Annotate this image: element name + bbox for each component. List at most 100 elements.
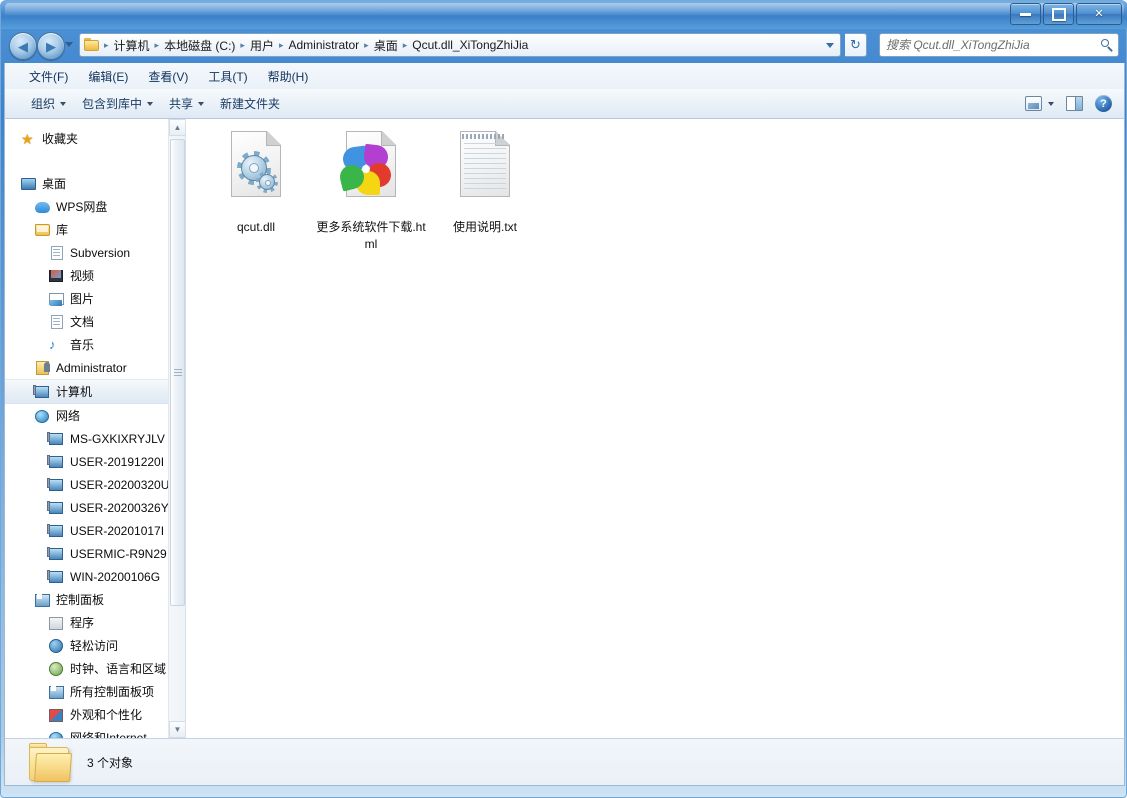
sidebar-item-ease-of-access[interactable]: 轻松访问 bbox=[5, 634, 168, 657]
include-in-library-button[interactable]: 包含到库中 bbox=[74, 91, 161, 116]
dll-gears-icon bbox=[223, 131, 289, 213]
breadcrumb-item-localdisk[interactable]: 本地磁盘 (C:) bbox=[161, 37, 238, 54]
sidebar-item-user-20191220[interactable]: USER-20191220I bbox=[5, 450, 168, 473]
menu-help[interactable]: 帮助(H) bbox=[258, 65, 319, 88]
breadcrumb-item-computer[interactable]: 计算机 bbox=[111, 37, 153, 54]
sidebar-item-music[interactable]: ♪ 音乐 bbox=[5, 333, 168, 356]
sidebar-scrollbar[interactable]: ▲ ▼ bbox=[168, 119, 186, 738]
forward-arrow-icon: ▶ bbox=[46, 38, 56, 54]
maximize-button[interactable] bbox=[1043, 3, 1074, 25]
forward-button[interactable]: ▶ bbox=[37, 32, 65, 60]
sidebar-item-usermic-r9n29[interactable]: USERMIC-R9N29 bbox=[5, 542, 168, 565]
sidebar-item-library[interactable]: 库 bbox=[5, 218, 168, 241]
sidebar-item-desktop[interactable]: 桌面 bbox=[5, 172, 168, 195]
sidebar-item-label: 计算机 bbox=[56, 385, 93, 399]
sidebar-item-computer[interactable]: 计算机 bbox=[5, 379, 168, 404]
computer-icon bbox=[49, 454, 65, 470]
sidebar-item-favorites[interactable]: ★ 收藏夹 bbox=[5, 127, 168, 150]
sidebar-item-network-internet[interactable]: 网络和Internet bbox=[5, 726, 168, 738]
organize-label: 组织 bbox=[31, 97, 56, 111]
sidebar-item-programs[interactable]: 程序 bbox=[5, 611, 168, 634]
sidebar-item-subversion[interactable]: Subversion bbox=[5, 241, 168, 264]
menu-bar: 文件(F) 编辑(E) 查看(V) 工具(T) 帮助(H) bbox=[4, 63, 1125, 89]
status-bar: 3 个对象 bbox=[4, 738, 1125, 786]
preview-pane-icon[interactable] bbox=[1066, 96, 1083, 111]
minimize-icon bbox=[1020, 12, 1031, 16]
sidebar-item-label: 文档 bbox=[70, 315, 95, 329]
desktop-icon bbox=[21, 176, 37, 192]
folder-icon bbox=[84, 38, 100, 52]
computer-icon bbox=[49, 431, 65, 447]
scroll-down-button[interactable]: ▼ bbox=[169, 721, 186, 738]
sidebar-item-clock-language-region[interactable]: 时钟、语言和区域 bbox=[5, 657, 168, 680]
breadcrumb-separator: ▸ bbox=[364, 39, 369, 50]
computer-icon bbox=[49, 569, 65, 585]
menu-view[interactable]: 查看(V) bbox=[138, 65, 198, 88]
folder-icon bbox=[29, 743, 73, 783]
sidebar-item-user-20201017[interactable]: USER-20201017I bbox=[5, 519, 168, 542]
sidebar-item-control-panel[interactable]: 控制面板 bbox=[5, 588, 168, 611]
file-item[interactable]: 更多系统软件下载.html bbox=[316, 131, 426, 253]
refresh-button[interactable]: ↻ bbox=[845, 33, 867, 57]
address-dropdown-icon[interactable] bbox=[826, 42, 834, 48]
sidebar-item-documents[interactable]: 文档 bbox=[5, 310, 168, 333]
breadcrumb-separator: ▸ bbox=[104, 39, 109, 50]
close-button[interactable]: ✕ bbox=[1076, 3, 1122, 25]
network-internet-icon bbox=[49, 730, 65, 738]
view-mode-button[interactable] bbox=[1025, 96, 1054, 111]
back-button[interactable]: ◀ bbox=[9, 32, 37, 60]
computer-icon bbox=[35, 384, 51, 400]
maximize-icon bbox=[1051, 7, 1066, 21]
address-bar[interactable]: ▸ 计算机 ▸ 本地磁盘 (C:) ▸ 用户 ▸ Administrator ▸… bbox=[79, 33, 841, 57]
sidebar-item-label: 音乐 bbox=[70, 338, 95, 352]
scroll-up-button[interactable]: ▲ bbox=[169, 119, 186, 136]
new-folder-button[interactable]: 新建文件夹 bbox=[212, 91, 288, 116]
sidebar-item-win-20200106[interactable]: WIN-20200106G bbox=[5, 565, 168, 588]
sidebar-item-wps-cloud[interactable]: WPS网盘 bbox=[5, 195, 168, 218]
command-toolbar: 组织 包含到库中 共享 新建文件夹 ? bbox=[4, 89, 1125, 119]
network-icon bbox=[35, 408, 51, 424]
library-icon bbox=[35, 222, 51, 238]
organize-button[interactable]: 组织 bbox=[23, 91, 74, 116]
sidebar-item-all-control-panel-items[interactable]: 所有控制面板项 bbox=[5, 680, 168, 703]
search-input[interactable] bbox=[884, 37, 1098, 53]
sidebar-item-ms-gxkixryjlv[interactable]: MS-GXKIXRYJLV bbox=[5, 427, 168, 450]
sidebar-item-network[interactable]: 网络 bbox=[5, 404, 168, 427]
sidebar-item-appearance-personalization[interactable]: 外观和个性化 bbox=[5, 703, 168, 726]
scrollbar-thumb[interactable] bbox=[170, 139, 185, 606]
sidebar-item-user-20200326[interactable]: USER-20200326Y bbox=[5, 496, 168, 519]
sidebar-item-videos[interactable]: 视频 bbox=[5, 264, 168, 287]
breadcrumb-item-users[interactable]: 用户 bbox=[247, 37, 277, 54]
text-file-icon bbox=[452, 131, 518, 213]
share-button[interactable]: 共享 bbox=[161, 91, 212, 116]
breadcrumb-item-administrator[interactable]: Administrator bbox=[285, 38, 362, 52]
help-icon[interactable]: ? bbox=[1095, 95, 1112, 112]
title-bar: ✕ bbox=[1, 1, 1127, 29]
minimize-button[interactable] bbox=[1010, 3, 1041, 25]
address-bar-row: ◀ ▶ ▸ 计算机 ▸ 本地磁盘 (C:) ▸ 用户 ▸ Administrat… bbox=[1, 29, 1127, 63]
titlebar-glass bbox=[5, 3, 1124, 15]
toolbar-right-group: ? bbox=[1025, 95, 1124, 112]
sidebar-item-pictures[interactable]: 图片 bbox=[5, 287, 168, 310]
menu-file[interactable]: 文件(F) bbox=[19, 65, 78, 88]
sidebar-item-user-20200320[interactable]: USER-20200320U bbox=[5, 473, 168, 496]
file-item[interactable]: qcut.dll bbox=[201, 131, 311, 236]
explorer-body: ★ 收藏夹 桌面 WPS网盘 库 Subversion 视频 图片 文档 ♪ 音… bbox=[4, 119, 1125, 738]
file-list-pane[interactable]: qcut.dll 更多系统软件下载.html 使用说明.txt bbox=[186, 119, 1124, 738]
sidebar-item-label: 时钟、语言和区域 bbox=[70, 662, 167, 676]
sidebar-item-administrator[interactable]: Administrator bbox=[5, 356, 168, 379]
chevron-down-icon bbox=[1048, 101, 1054, 106]
file-item[interactable]: 使用说明.txt bbox=[430, 131, 540, 236]
menu-edit[interactable]: 编辑(E) bbox=[78, 65, 138, 88]
history-dropdown-icon[interactable] bbox=[65, 42, 73, 47]
search-box[interactable] bbox=[879, 33, 1119, 57]
sidebar-item-label: 收藏夹 bbox=[42, 132, 79, 146]
breadcrumb-item-desktop[interactable]: 桌面 bbox=[371, 37, 401, 54]
video-icon bbox=[49, 268, 65, 284]
appearance-icon bbox=[49, 707, 65, 723]
breadcrumb-item-current[interactable]: Qcut.dll_XiTongZhiJia bbox=[409, 38, 531, 52]
sidebar-item-label: Administrator bbox=[56, 360, 127, 375]
sidebar-item-label: 网络和Internet bbox=[70, 731, 147, 738]
clock-language-icon bbox=[49, 661, 65, 677]
menu-tools[interactable]: 工具(T) bbox=[198, 65, 257, 88]
